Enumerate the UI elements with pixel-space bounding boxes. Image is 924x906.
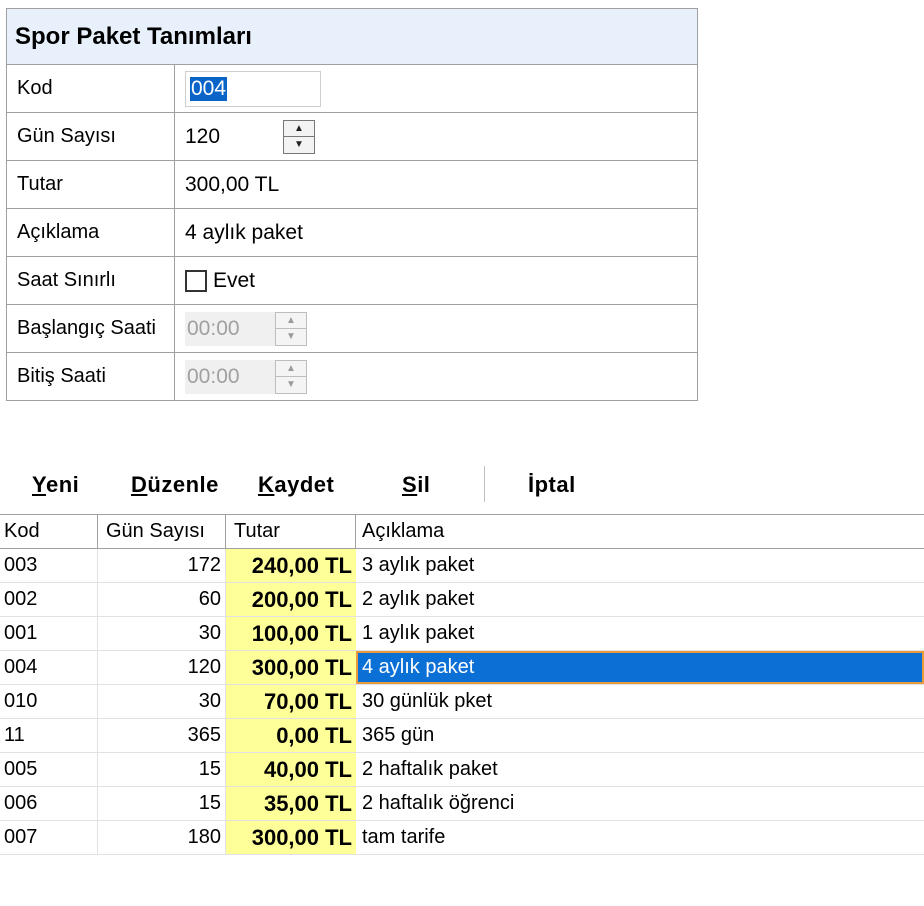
cell-tutar[interactable]: 35,00 TL [226,787,356,820]
cell-gun-sayisi[interactable]: 365 [98,719,226,752]
row-kod: Kod 004 [7,65,697,113]
cell-gun-sayisi[interactable]: 180 [98,821,226,854]
kaydet-button[interactable]: Kaydet [258,472,334,498]
grid-header: Kod Gün Sayısı Tutar Açıklama [0,515,924,549]
cell-gun-sayisi[interactable]: 120 [98,651,226,684]
cell-tutar[interactable]: 0,00 TL [226,719,356,752]
cell-aciklama[interactable]: 2 haftalık öğrenci [356,787,924,820]
cell-gun-sayisi[interactable]: 15 [98,753,226,786]
gun-sayisi-spinner[interactable]: ▲ ▼ [283,119,315,154]
tutar-input[interactable]: 300,00 TL [185,173,279,197]
cell-gun-sayisi[interactable]: 15 [98,787,226,820]
iptal-button[interactable]: İptal [528,472,576,498]
aciklama-input[interactable]: 4 aylık paket [185,221,303,245]
cell-kod[interactable]: 010 [0,685,98,718]
header-kod[interactable]: Kod [0,515,98,548]
evet-label[interactable]: Evet [213,269,255,293]
spin-up-icon: ▲ [276,361,306,377]
cell-gun-sayisi[interactable]: 30 [98,685,226,718]
spin-up-icon: ▲ [276,313,306,329]
baslangic-saati-input: 00:00 [185,311,275,346]
saat-sinirli-label: Saat Sınırlı [7,257,175,304]
toolbar: Yeni Düzenle Kaydet Sil İptal [0,466,924,510]
sil-button[interactable]: Sil [402,472,430,498]
evet-checkbox[interactable] [185,269,207,292]
row-aciklama: Açıklama 4 aylık paket [7,209,697,257]
tutar-label: Tutar [7,161,175,208]
table-row[interactable]: 005 15 40,00 TL 2 haftalık paket [0,753,924,787]
cell-kod[interactable]: 004 [0,651,98,684]
cell-gun-sayisi[interactable]: 172 [98,549,226,582]
gun-sayisi-label: Gün Sayısı [7,113,175,160]
baslangic-saati-label: Başlangıç Saati [7,305,175,352]
kod-input-value: 004 [190,76,228,101]
cell-tutar[interactable]: 300,00 TL [226,651,356,684]
form-title: Spor Paket Tanımları [7,9,697,65]
gun-sayisi-input[interactable]: 120 [185,125,283,149]
table-row[interactable]: 001 30 100,00 TL 1 aylık paket [0,617,924,651]
spin-down-icon: ▼ [286,379,296,391]
header-gun-sayisi[interactable]: Gün Sayısı [98,515,226,548]
spin-down-icon: ▼ [286,331,296,343]
table-row[interactable]: 004 120 300,00 TL 4 aylık paket [0,651,924,685]
bitis-spinner: ▲ ▼ [275,359,307,394]
row-baslangic-saati: Başlangıç Saati 00:00 ▲ ▼ [7,305,697,353]
cell-aciklama[interactable]: tam tarife [356,821,924,854]
grid-body: 003 172 240,00 TL 3 aylık paket 002 60 200,00 … [0,549,924,855]
cell-aciklama[interactable]: 3 aylık paket [356,549,924,582]
package-form: Spor Paket Tanımları Kod 004 Gün Sayısı … [6,8,698,401]
cell-aciklama[interactable]: 2 haftalık paket [356,753,924,786]
cell-kod[interactable]: 002 [0,583,98,616]
cell-gun-sayisi[interactable]: 30 [98,617,226,650]
cell-tutar[interactable]: 40,00 TL [226,753,356,786]
cell-aciklama[interactable]: 365 gün [356,719,924,752]
cell-gun-sayisi[interactable]: 60 [98,583,226,616]
table-row[interactable]: 11 365 0,00 TL 365 gün [0,719,924,753]
baslangic-spinner: ▲ ▼ [275,311,307,346]
toolbar-separator [484,466,485,502]
row-bitis-saati: Bitiş Saati 00:00 ▲ ▼ [7,353,697,400]
duzenle-button[interactable]: Düzenle [131,472,219,498]
cell-aciklama[interactable]: 30 günlük pket [356,685,924,718]
row-tutar: Tutar 300,00 TL [7,161,697,209]
row-gun-sayisi: Gün Sayısı 120 ▲ ▼ [7,113,697,161]
cell-aciklama[interactable]: 1 aylık paket [356,617,924,650]
row-saat-sinirli: Saat Sınırlı Evet [7,257,697,305]
table-row[interactable]: 002 60 200,00 TL 2 aylık paket [0,583,924,617]
cell-aciklama[interactable]: 4 aylık paket [356,651,924,684]
cell-kod[interactable]: 11 [0,719,98,752]
cell-tutar[interactable]: 300,00 TL [226,821,356,854]
kod-input[interactable]: 004 [185,70,321,107]
aciklama-label: Açıklama [7,209,175,256]
bitis-saati-label: Bitiş Saati [7,353,175,400]
package-grid: Kod Gün Sayısı Tutar Açıklama 003 172 240,… [0,514,924,855]
cell-kod[interactable]: 007 [0,821,98,854]
yeni-button[interactable]: Yeni [32,472,79,498]
table-row[interactable]: 007 180 300,00 TL tam tarife [0,821,924,855]
table-row[interactable]: 003 172 240,00 TL 3 aylık paket [0,549,924,583]
cell-kod[interactable]: 001 [0,617,98,650]
spin-up-icon[interactable]: ▲ [284,121,314,137]
cell-tutar[interactable]: 70,00 TL [226,685,356,718]
table-row[interactable]: 010 30 70,00 TL 30 günlük pket [0,685,924,719]
header-aciklama[interactable]: Açıklama [356,515,924,548]
cell-tutar[interactable]: 200,00 TL [226,583,356,616]
kod-label: Kod [7,65,175,112]
cell-kod[interactable]: 003 [0,549,98,582]
cell-aciklama[interactable]: 2 aylık paket [356,583,924,616]
cell-tutar[interactable]: 240,00 TL [226,549,356,582]
spin-down-icon[interactable]: ▼ [284,137,314,153]
bitis-saati-input: 00:00 [185,359,275,394]
cell-tutar[interactable]: 100,00 TL [226,617,356,650]
table-row[interactable]: 006 15 35,00 TL 2 haftalık öğrenci [0,787,924,821]
header-tutar[interactable]: Tutar [226,515,356,548]
cell-kod[interactable]: 006 [0,787,98,820]
cell-kod[interactable]: 005 [0,753,98,786]
